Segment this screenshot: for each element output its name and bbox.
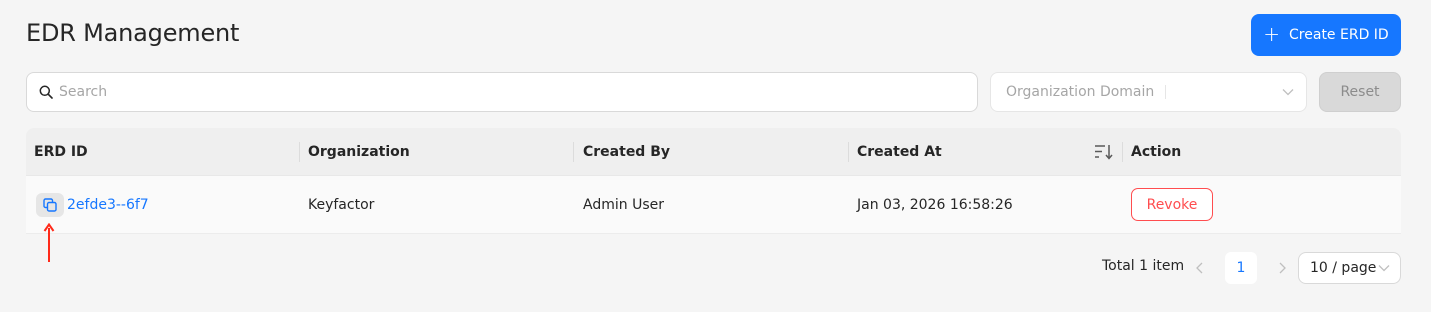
plus-icon: + — [1263, 22, 1281, 46]
organization-domain-select[interactable]: Organization Domain — [990, 72, 1307, 112]
created-at-cell: Jan 03, 2026 16:58:26 — [857, 196, 1013, 213]
column-separator — [1122, 142, 1123, 162]
chevron-down-icon — [1378, 264, 1390, 272]
column-header-action: Action — [1131, 144, 1182, 160]
erd-id-link[interactable]: 2efde3--6f7 — [67, 197, 149, 213]
table-header: ERD ID Organization Created By Created A… — [26, 128, 1401, 176]
column-header-erd-id: ERD ID — [34, 144, 88, 160]
erd-table: ERD ID Organization Created By Created A… — [26, 128, 1401, 234]
revoke-button[interactable]: Revoke — [1131, 188, 1213, 221]
action-cell: Revoke — [1131, 176, 1213, 233]
column-header-organization: Organization — [308, 144, 410, 160]
search-box[interactable] — [26, 72, 978, 112]
create-erd-id-button[interactable]: + Create ERD ID — [1251, 14, 1401, 56]
column-separator — [299, 142, 300, 162]
column-separator — [573, 142, 574, 162]
page-size-value: 10 / page — [1310, 260, 1377, 276]
chevron-right-icon[interactable] — [1274, 260, 1290, 276]
chevron-down-icon — [1282, 88, 1294, 96]
organization-cell: Keyfactor — [308, 196, 375, 213]
organization-domain-placeholder: Organization Domain — [1006, 84, 1155, 100]
column-header-created-by: Created By — [583, 144, 671, 160]
reset-button[interactable]: Reset — [1319, 72, 1401, 112]
sort-descending-icon[interactable] — [1094, 143, 1114, 161]
total-items-text: Total 1 item — [1102, 258, 1185, 274]
copy-button[interactable] — [36, 193, 64, 217]
search-icon — [39, 85, 53, 99]
search-input[interactable] — [59, 84, 977, 100]
created-by-cell: Admin User — [583, 196, 664, 213]
page-number-button[interactable]: 1 — [1225, 252, 1257, 284]
erd-id-cell: 2efde3--6f7 — [67, 176, 149, 233]
column-header-created-at: Created At — [857, 144, 942, 160]
chevron-left-icon[interactable] — [1192, 260, 1208, 276]
copy-icon — [43, 198, 57, 212]
pagination: Total 1 item 1 10 / page — [0, 252, 1431, 284]
select-divider — [1165, 85, 1167, 99]
page-size-select[interactable]: 10 / page — [1298, 252, 1401, 284]
create-erd-id-label: Create ERD ID — [1289, 27, 1389, 43]
column-separator — [848, 142, 849, 162]
table-row: 2efde3--6f7 Keyfactor Admin User Jan 03,… — [26, 176, 1401, 234]
page-title: EDR Management — [26, 19, 240, 47]
